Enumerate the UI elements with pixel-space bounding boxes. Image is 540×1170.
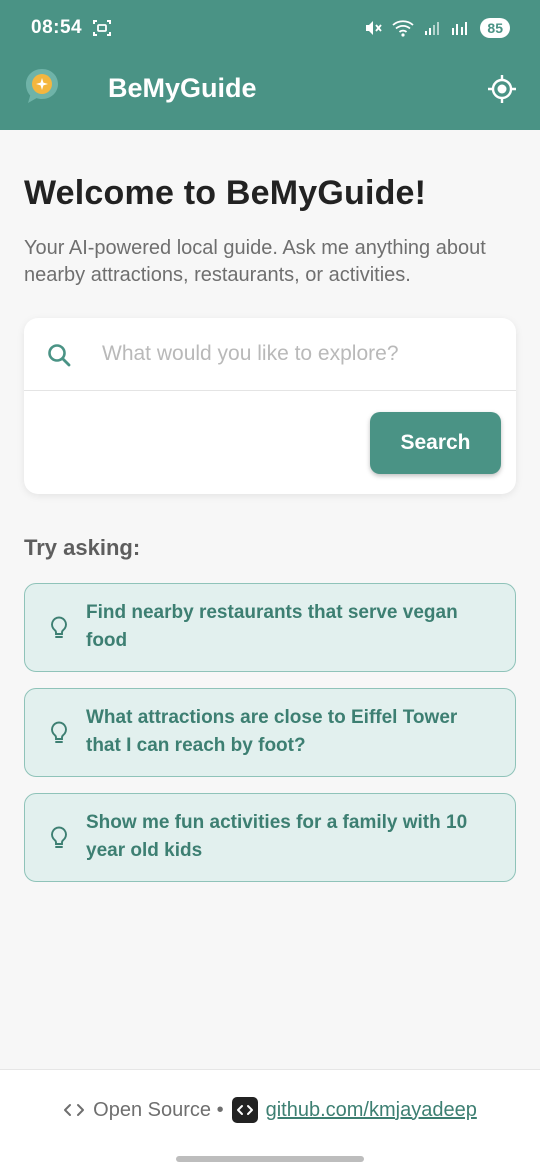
app-title: BeMyGuide [108, 73, 257, 103]
suggestion-card[interactable]: Find nearby restaurants that serve vegan… [24, 583, 516, 672]
code-icon [64, 1104, 85, 1116]
home-indicator[interactable] [176, 1156, 364, 1162]
page-subtitle: Your AI-powered local guide. Ask me anyt… [24, 237, 486, 286]
app-bar: BeMyGuide [0, 58, 540, 130]
screenshot-icon [93, 20, 111, 36]
lightbulb-icon [51, 721, 67, 743]
footer: Open Source • github.com/kmjayadeep [0, 1069, 540, 1170]
github-icon [231, 1097, 258, 1123]
top-bar: 08:54 85 BeMyGuide [0, 0, 540, 130]
lightbulb-icon [51, 826, 67, 848]
search-button[interactable]: Search [370, 412, 501, 474]
battery-badge: 85 [480, 18, 510, 38]
try-asking-label: Try asking: [24, 535, 141, 560]
page-title: Welcome to BeMyGuide! [24, 174, 427, 212]
suggestion-text: Find nearby restaurants that serve vegan… [86, 602, 458, 651]
status-icons: 85 [364, 16, 510, 40]
suggestion-text: What attractions are close to Eiffel Tow… [86, 707, 458, 756]
search-row [24, 318, 516, 391]
signal-icon-2 [452, 22, 468, 35]
search-card: Search [24, 318, 516, 494]
signal-icon [425, 22, 440, 35]
github-link[interactable]: github.com/kmjayadeep [266, 1099, 477, 1122]
suggestion-text: Show me fun activities for a family with… [86, 812, 468, 861]
suggestion-card[interactable]: What attractions are close to Eiffel Tow… [24, 688, 516, 777]
open-source-label: Open Source • [93, 1098, 224, 1121]
status-bar: 08:54 85 [0, 0, 540, 58]
wifi-icon [392, 20, 415, 37]
footer-row: Open Source • github.com/kmjayadeep [0, 1094, 540, 1126]
suggestion-card[interactable]: Show me fun activities for a family with… [24, 793, 516, 882]
locate-icon[interactable] [486, 73, 518, 105]
lightbulb-icon [51, 616, 67, 638]
app-logo-icon [26, 69, 58, 103]
mute-icon [366, 21, 383, 35]
status-time: 08:54 [31, 17, 83, 38]
search-input[interactable] [102, 336, 502, 372]
search-icon [48, 344, 71, 367]
